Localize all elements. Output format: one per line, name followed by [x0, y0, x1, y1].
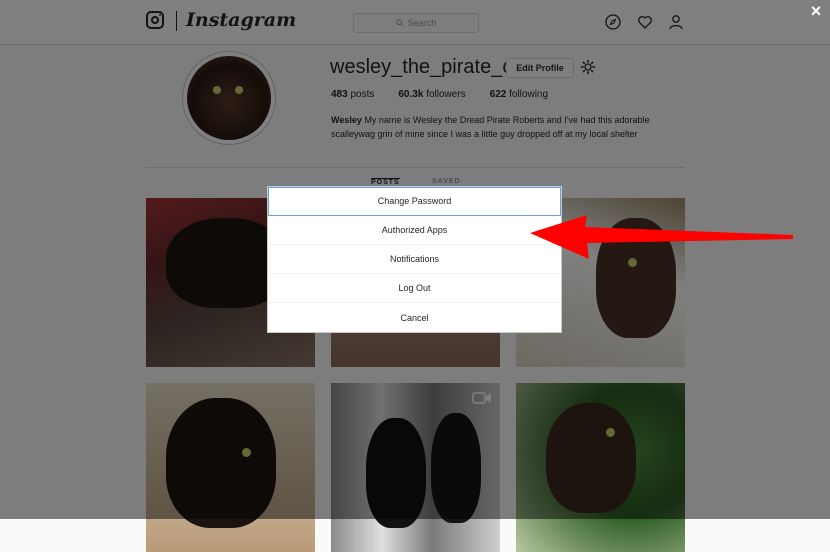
log-out-button[interactable]: Log Out: [268, 274, 561, 303]
cancel-button[interactable]: Cancel: [268, 303, 561, 332]
arrow-shape: [530, 215, 793, 259]
change-password-button[interactable]: Change Password: [268, 187, 561, 216]
red-arrow-annotation: [530, 215, 793, 259]
close-icon[interactable]: ×: [807, 2, 825, 20]
settings-modal: Change Password Authorized Apps Notifica…: [267, 186, 562, 333]
notifications-button[interactable]: Notifications: [268, 245, 561, 274]
authorized-apps-button[interactable]: Authorized Apps: [268, 216, 561, 245]
